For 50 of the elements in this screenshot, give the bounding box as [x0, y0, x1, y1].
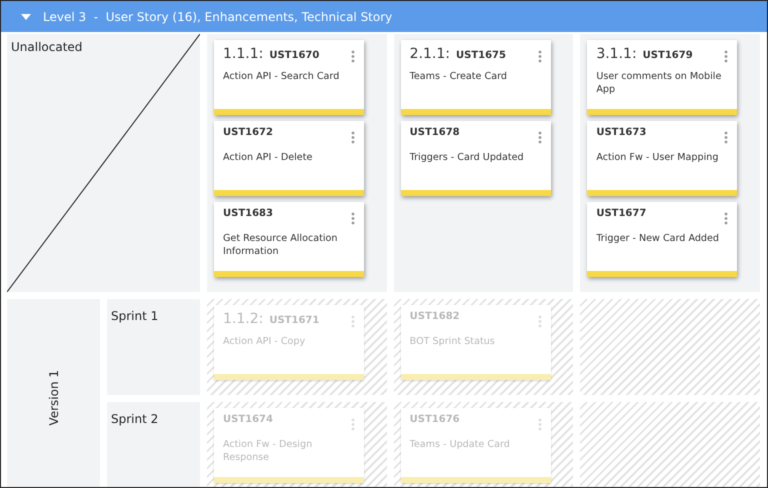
card-id: UST1677 [596, 208, 646, 219]
more-options-icon[interactable] [538, 130, 542, 144]
card-title: Triggers - Card Updated [410, 151, 525, 164]
card-id: UST1682 [410, 311, 460, 322]
card-title: Trigger - New Card Added [596, 232, 720, 245]
card-title: Action Fw - Design Response [223, 438, 314, 464]
row-label: Unallocated [11, 40, 82, 54]
story-card[interactable]: UST1673 Action Fw - User Mapping [587, 121, 738, 196]
card-id: UST1672 [223, 127, 273, 138]
card-id: UST1670 [269, 50, 320, 61]
more-options-icon[interactable] [538, 50, 542, 62]
card-title: Teams - Create Card [410, 70, 508, 83]
more-options-icon[interactable] [351, 50, 355, 62]
story-card[interactable]: 1.1.1: UST1670 Action API - Search Card [214, 40, 364, 115]
card-number: 1.1.1: [223, 46, 264, 62]
card-title: Action API - Delete [223, 151, 314, 164]
card-id: UST1671 [269, 315, 320, 326]
card-id: UST1676 [410, 414, 460, 425]
card-title: Action Fw - User Mapping [596, 151, 720, 164]
sprint-label: Sprint 2 [111, 412, 158, 426]
sprint-label: Sprint 1 [111, 309, 158, 323]
more-options-icon[interactable] [351, 212, 355, 224]
card-number: 3.1.1: [596, 46, 637, 62]
card-title: User comments on Mobile App [596, 70, 722, 96]
story-card[interactable]: UST1672 Action API - Delete [214, 121, 364, 196]
more-options-icon[interactable] [724, 50, 728, 62]
card-id: UST1675 [456, 50, 506, 61]
version-label: Version 1 [46, 370, 60, 426]
story-card[interactable]: UST1683 Get Resource Allocation Information [214, 202, 364, 277]
caret-icon[interactable] [21, 14, 31, 20]
header-title: Level 3 - User Story (16), Enhancements, Technical Story [43, 10, 392, 24]
card-title: BOT Sprint Status [410, 335, 496, 348]
story-card[interactable]: UST1677 Trigger - New Card Added [587, 202, 738, 277]
card-id: UST1678 [410, 127, 460, 138]
card-id: UST1679 [642, 50, 693, 61]
card-number: 1.1.2: [223, 311, 264, 327]
card-title: Action API - Copy [223, 335, 306, 348]
more-options-icon[interactable] [724, 212, 728, 224]
story-card[interactable]: 2.1.1: UST1675 Teams - Create Card [400, 40, 551, 115]
card-id: UST1673 [596, 127, 646, 138]
more-options-icon[interactable] [351, 130, 355, 144]
card-title: Get Resource Allocation Information [223, 232, 338, 258]
story-card[interactable]: 3.1.1: UST1679 User comments on Mobile App [587, 40, 738, 115]
story-card[interactable]: UST1678 Triggers - Card Updated [400, 121, 551, 196]
card-title: Teams - Update Card [410, 438, 511, 451]
card-id: UST1683 [223, 208, 273, 219]
card-title: Action API - Search Card [223, 70, 340, 83]
card-id: UST1674 [223, 414, 273, 425]
card-number: 2.1.1: [410, 46, 450, 62]
more-options-icon[interactable] [724, 130, 728, 144]
